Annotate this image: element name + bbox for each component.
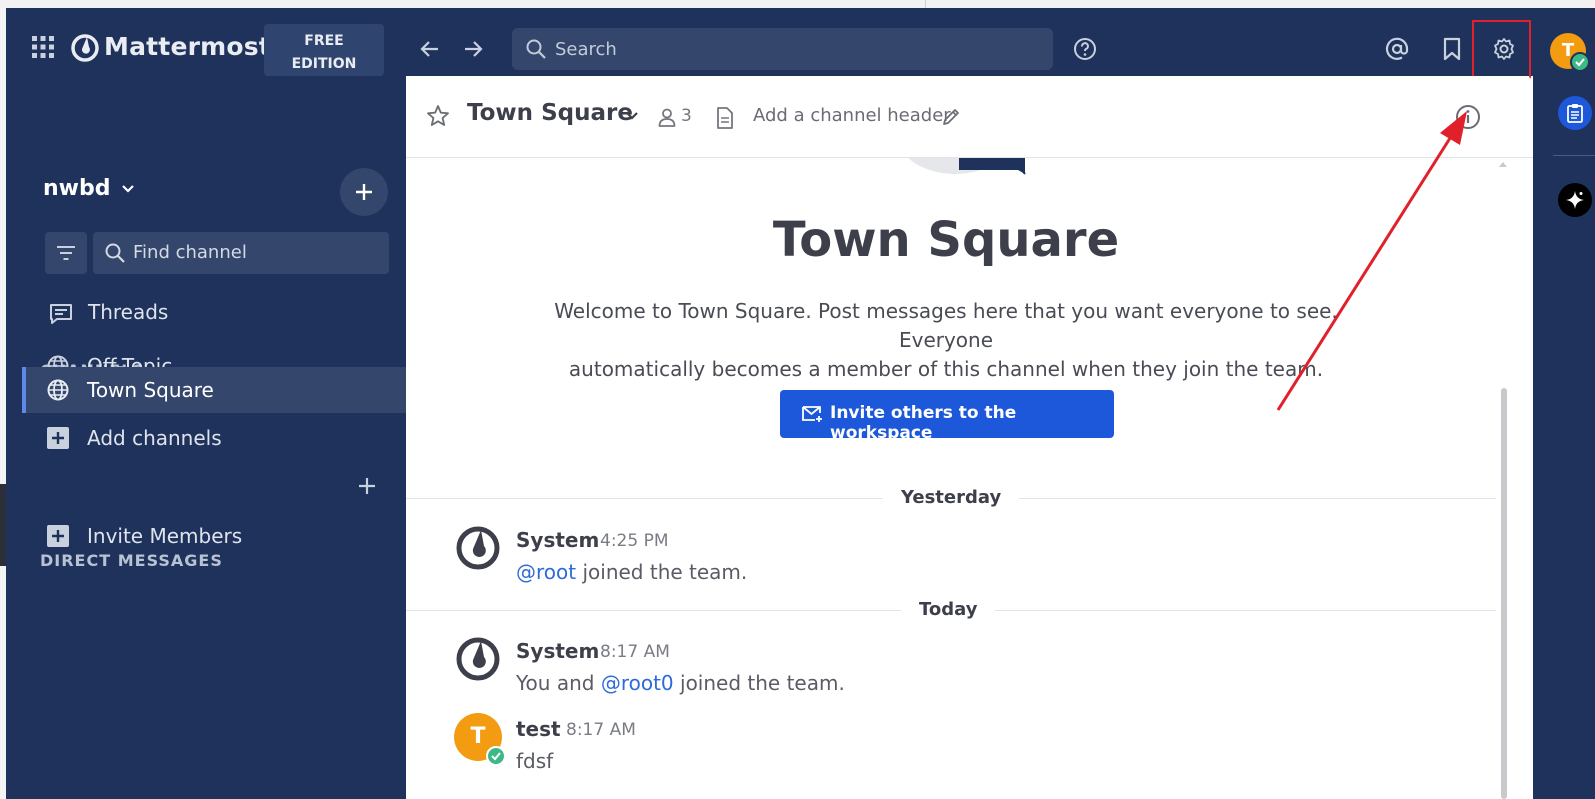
channel-info-icon[interactable] bbox=[1455, 104, 1481, 130]
channel-intro-description: Welcome to Town Square. Post messages he… bbox=[516, 297, 1376, 384]
post-text: joined the team. bbox=[576, 560, 748, 584]
member-icon[interactable] bbox=[657, 107, 677, 127]
team-name[interactable]: nwbd bbox=[43, 176, 110, 201]
plus-box-icon bbox=[47, 427, 69, 449]
plus-box-icon bbox=[47, 525, 69, 547]
plus-icon[interactable] bbox=[358, 477, 376, 495]
channel-header: Town Square 3 Add a channel header bbox=[406, 76, 1533, 158]
app-name: Mattermost bbox=[104, 32, 271, 61]
scroll-up-arrow-icon[interactable] bbox=[1498, 160, 1508, 168]
add-channel-header-link[interactable]: Add a channel header bbox=[753, 105, 951, 126]
saved-messages-bookmark-icon[interactable] bbox=[1442, 37, 1462, 61]
boards-clipboard-icon[interactable] bbox=[1558, 96, 1592, 130]
system-avatar-icon[interactable] bbox=[454, 524, 502, 572]
channel-intro-title: Town Square bbox=[772, 212, 1120, 268]
app-bar bbox=[1533, 76, 1595, 799]
online-status-icon bbox=[486, 746, 506, 766]
find-channel-placeholder: Find channel bbox=[133, 242, 247, 263]
search-icon bbox=[526, 39, 546, 59]
sidebar-item-threads[interactable]: Threads bbox=[88, 300, 168, 324]
filter-icon bbox=[57, 246, 75, 260]
invite-others-button[interactable]: Invite others to the workspace bbox=[780, 390, 1114, 443]
mention-link[interactable]: @root0 bbox=[601, 671, 674, 695]
sidebar-item-label: Add channels bbox=[87, 426, 222, 450]
edition-line-1: FREE bbox=[304, 33, 344, 49]
scrollbar[interactable] bbox=[1501, 388, 1507, 799]
global-header: Mattermost FREE EDITION Search T bbox=[6, 8, 1595, 76]
post-time[interactable]: 4:25 PM bbox=[600, 531, 669, 551]
find-channel-input[interactable]: Find channel bbox=[93, 232, 389, 274]
post-time[interactable]: 8:17 AM bbox=[566, 720, 636, 740]
post-time[interactable]: 8:17 AM bbox=[600, 642, 670, 662]
sidebar-item-town-square[interactable]: Town Square bbox=[22, 367, 412, 413]
annotation-highlight-box bbox=[1472, 20, 1531, 84]
sidebar-item-invite-members[interactable]: Invite Members bbox=[22, 513, 412, 559]
search-icon bbox=[105, 243, 125, 263]
intro-line-1: Welcome to Town Square. Post messages he… bbox=[554, 299, 1338, 352]
browser-chrome-strip bbox=[0, 0, 1595, 8]
add-button[interactable] bbox=[340, 168, 388, 216]
mention-link[interactable]: @root bbox=[516, 560, 576, 584]
edition-line-2: EDITION bbox=[291, 56, 357, 72]
sidebar-item-label: Town Square bbox=[87, 378, 214, 402]
back-arrow-icon[interactable] bbox=[419, 38, 441, 60]
edition-badge[interactable]: FREE EDITION bbox=[264, 24, 384, 76]
system-avatar-icon[interactable] bbox=[454, 635, 502, 683]
ai-sparkle-icon[interactable] bbox=[1558, 183, 1592, 217]
favorite-star-icon[interactable] bbox=[426, 104, 450, 128]
mentions-at-icon[interactable] bbox=[1385, 37, 1409, 61]
channel-view: Town Square 3 Add a channel header Town … bbox=[406, 76, 1533, 799]
date-separator-today: Today bbox=[901, 599, 996, 620]
channel-filter-button[interactable] bbox=[45, 232, 87, 274]
member-count[interactable]: 3 bbox=[681, 106, 692, 126]
plus-icon bbox=[356, 184, 372, 200]
product-menu-grid-icon[interactable] bbox=[32, 36, 54, 58]
date-separator-yesterday: Yesterday bbox=[883, 487, 1020, 508]
invite-button-label: Invite others to the workspace bbox=[830, 403, 1017, 443]
sidebar-item-add-channels[interactable]: Add channels bbox=[22, 415, 412, 461]
intro-line-2: automatically becomes a member of this c… bbox=[568, 357, 1324, 381]
sidebar-item-label: Invite Members bbox=[87, 524, 243, 548]
threads-icon[interactable] bbox=[49, 303, 73, 325]
browser-divider bbox=[925, 0, 926, 8]
pencil-edit-icon[interactable] bbox=[942, 108, 960, 126]
globe-icon bbox=[47, 379, 69, 401]
post-text-prefix: You and bbox=[516, 671, 601, 695]
post-message: fdsf bbox=[516, 749, 554, 773]
post-message: You and @root0 joined the team. bbox=[516, 671, 845, 695]
app-bar-divider bbox=[1553, 155, 1595, 156]
channel-sidebar: nwbd Find channel Threads CHANNELS Off-T… bbox=[6, 76, 412, 799]
help-icon[interactable] bbox=[1073, 37, 1097, 61]
post-author[interactable]: System bbox=[516, 528, 599, 552]
forward-arrow-icon[interactable] bbox=[462, 38, 484, 60]
channel-title[interactable]: Town Square bbox=[467, 100, 633, 126]
search-input[interactable]: Search bbox=[512, 28, 1053, 70]
post-author[interactable]: System bbox=[516, 639, 599, 663]
post-text: joined the team. bbox=[673, 671, 845, 695]
chevron-down-icon[interactable] bbox=[625, 111, 639, 121]
files-document-icon[interactable] bbox=[716, 107, 734, 129]
mattermost-logo-icon bbox=[70, 33, 100, 63]
search-placeholder: Search bbox=[555, 39, 617, 60]
online-status-icon bbox=[1570, 52, 1590, 72]
post-message: @root joined the team. bbox=[516, 560, 747, 584]
post-author[interactable]: test bbox=[516, 717, 561, 741]
mail-plus-icon bbox=[802, 406, 822, 422]
chevron-down-icon[interactable] bbox=[121, 184, 135, 194]
